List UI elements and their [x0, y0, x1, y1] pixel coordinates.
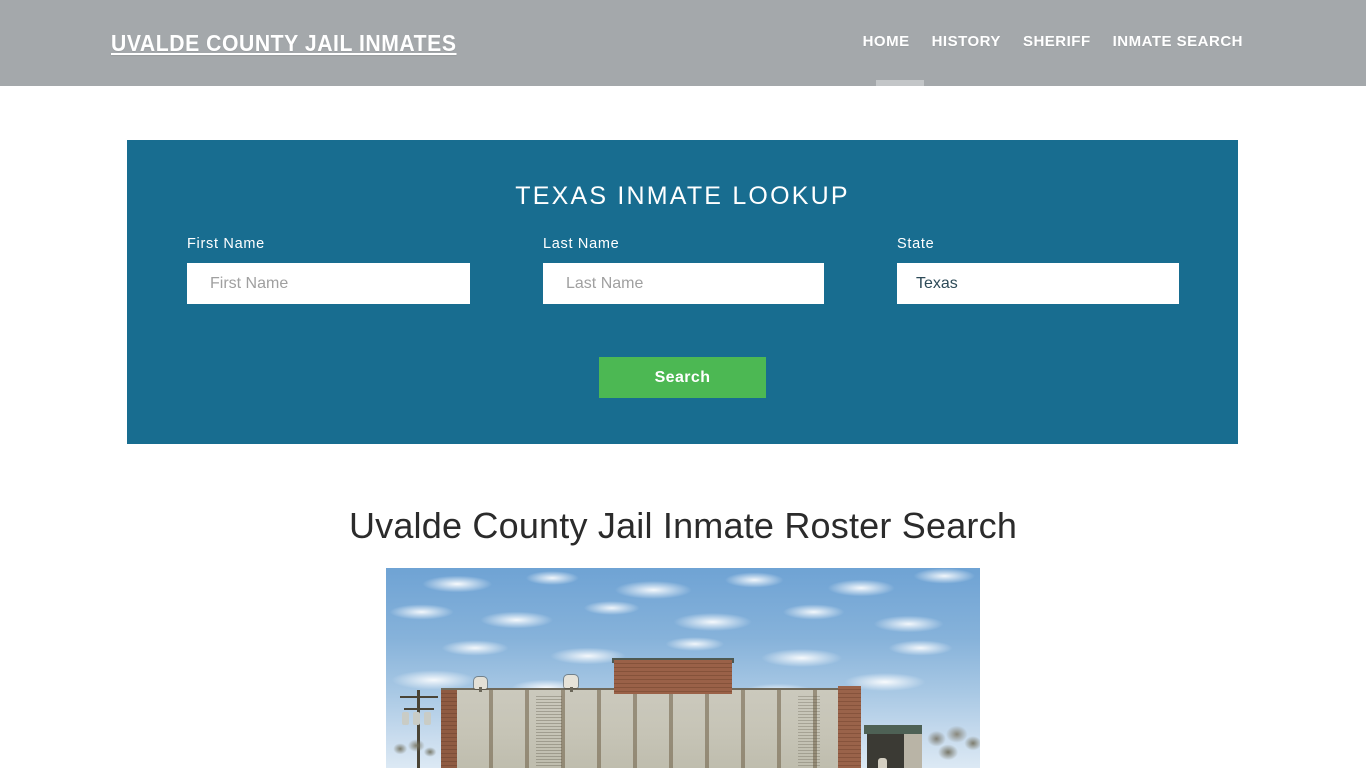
inmate-lookup-panel: TEXAS INMATE LOOKUP First Name Last Name…: [127, 140, 1238, 444]
brick-penthouse: [614, 660, 732, 694]
main-navigation: HOME HISTORY SHERIFF INMATE SEARCH: [852, 33, 1254, 50]
transformer-can-2: [413, 712, 420, 725]
roof-light-left-post: [479, 687, 482, 692]
nav-active-indicator: [876, 80, 924, 86]
building-wall-ribs: [457, 690, 838, 768]
state-field-group: State Texas: [897, 236, 1179, 304]
last-name-input[interactable]: [543, 263, 824, 304]
nav-item-home[interactable]: HOME: [852, 33, 921, 50]
utility-pole-crossarm-lower: [404, 708, 434, 710]
annex-wall: [904, 734, 922, 768]
lookup-panel-title: TEXAS INMATE LOOKUP: [515, 182, 850, 210]
first-name-label: First Name: [187, 236, 265, 252]
last-name-label: Last Name: [543, 236, 620, 252]
transformer-can-1: [402, 712, 409, 725]
building-brick-left-edge: [441, 690, 457, 768]
utility-pole-crossarm-upper: [400, 696, 438, 698]
building-mesh-panel-right: [798, 696, 820, 768]
tree-right: [922, 723, 980, 768]
state-select[interactable]: Texas: [897, 263, 1179, 304]
building-brick-right-edge: [838, 686, 861, 768]
annex-roof: [864, 725, 922, 734]
roof-light-right-post: [570, 687, 573, 692]
nav-item-history[interactable]: HISTORY: [921, 33, 1012, 50]
tree-left: [391, 736, 437, 768]
transformer-can-3: [424, 712, 431, 725]
annex-post: [878, 758, 887, 768]
last-name-field-group: Last Name: [543, 236, 824, 304]
site-header: UVALDE COUNTY JAIL INMATES HOME HISTORY …: [0, 0, 1366, 86]
nav-item-sheriff[interactable]: SHERIFF: [1012, 33, 1102, 50]
building-mesh-panel-left: [536, 696, 562, 768]
uvalde-county-jail-building-photo: [386, 568, 980, 768]
state-label: State: [897, 236, 935, 252]
first-name-field-group: First Name: [187, 236, 470, 304]
page-title: Uvalde County Jail Inmate Roster Search: [348, 505, 1018, 546]
site-brand-title[interactable]: UVALDE COUNTY JAIL INMATES: [111, 30, 457, 57]
search-button[interactable]: Search: [599, 357, 766, 398]
first-name-input[interactable]: [187, 263, 470, 304]
nav-item-inmate-search[interactable]: INMATE SEARCH: [1102, 33, 1254, 50]
